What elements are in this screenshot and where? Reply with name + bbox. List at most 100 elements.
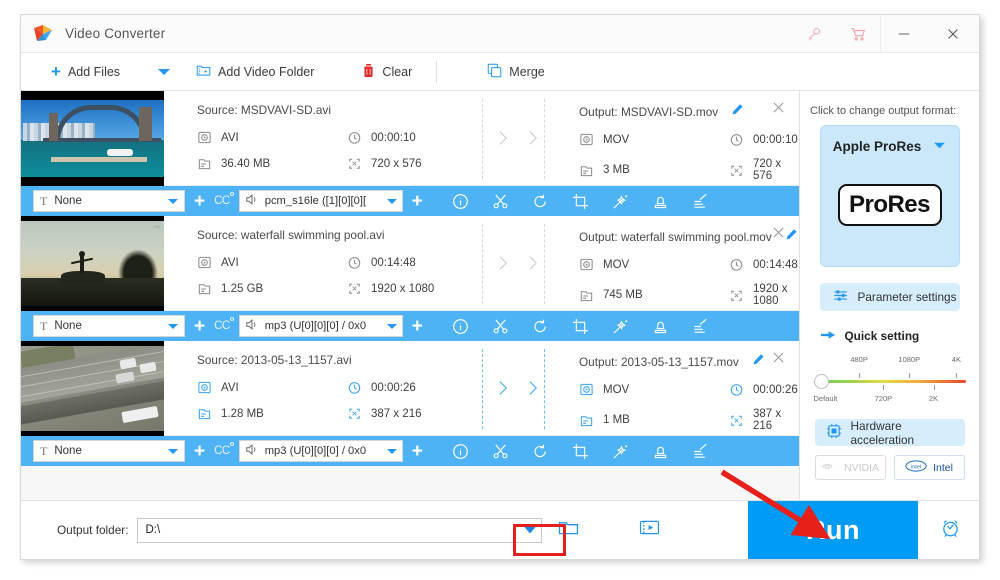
crop-icon[interactable] bbox=[572, 318, 589, 335]
gpu-nvidia-button[interactable]: NVIDIA bbox=[814, 455, 886, 480]
sunset-silhouette-thumbnail[interactable]: HD bbox=[21, 216, 164, 311]
item-info-area: Source: 2013-05-13_1157.avi AVI 00:00:26 bbox=[164, 341, 799, 435]
harbour-bridge-thumbnail[interactable] bbox=[21, 91, 164, 186]
closed-caption-icon[interactable]: CC bbox=[214, 317, 234, 332]
add-files-dropdown-icon[interactable] bbox=[158, 68, 171, 75]
alarm-clock-icon[interactable] bbox=[940, 517, 961, 543]
slider-tick bbox=[883, 385, 885, 390]
subtitle-select[interactable]: T None bbox=[33, 440, 185, 462]
output-folder-input[interactable]: D:\ bbox=[137, 517, 543, 543]
rotate-icon[interactable] bbox=[532, 193, 549, 210]
output-duration: 00:00:26 bbox=[729, 382, 798, 397]
source-format: AVI bbox=[197, 380, 347, 395]
chevron-down-icon[interactable] bbox=[386, 323, 397, 329]
cut-scissors-icon[interactable] bbox=[492, 443, 509, 460]
shopping-cart-icon[interactable] bbox=[836, 15, 880, 52]
add-audio-button[interactable]: + bbox=[412, 317, 423, 336]
add-subtitle-button[interactable]: + bbox=[194, 192, 205, 211]
cut-scissors-icon[interactable] bbox=[492, 193, 509, 210]
add-audio-button[interactable]: + bbox=[412, 442, 423, 461]
watermark-stamp-icon[interactable] bbox=[652, 318, 669, 335]
audio-select[interactable]: pcm_s16le ([1][0][0][ bbox=[238, 190, 403, 212]
output-format-label: MOV bbox=[603, 258, 630, 271]
remove-item-button[interactable] bbox=[772, 226, 785, 242]
list-item[interactable]: Source: 2013-05-13_1157.avi AVI 00:00:26 bbox=[21, 341, 799, 466]
subtitle-value: None bbox=[54, 195, 82, 207]
subtitle-select[interactable]: T None bbox=[33, 315, 185, 337]
crop-icon[interactable] bbox=[572, 193, 589, 210]
subtitle-edit-icon[interactable] bbox=[692, 318, 709, 335]
edit-pencil-icon[interactable] bbox=[731, 104, 744, 119]
info-icon[interactable] bbox=[452, 443, 469, 460]
clear-button[interactable]: Clear bbox=[358, 53, 416, 90]
effects-wand-icon[interactable] bbox=[612, 193, 629, 210]
run-button[interactable]: Run bbox=[748, 501, 918, 559]
output-format-card[interactable]: Apple ProRes ProRes bbox=[819, 125, 960, 267]
add-subtitle-button[interactable]: + bbox=[194, 442, 205, 461]
add-audio-button[interactable]: + bbox=[412, 192, 423, 211]
hardware-acceleration-label: Hardware acceleration bbox=[850, 418, 915, 447]
conversion-list: Source: MSDVAVI-SD.avi AVI 00:00:10 36.4… bbox=[21, 91, 800, 500]
media-library-icon[interactable] bbox=[639, 519, 660, 541]
audio-select[interactable]: mp3 (U[0][0][0] / 0x0 bbox=[238, 315, 403, 337]
chevron-down-icon[interactable] bbox=[933, 137, 946, 155]
file-size-icon bbox=[579, 413, 594, 428]
merge-button[interactable]: Merge bbox=[483, 53, 548, 90]
minimize-button[interactable] bbox=[881, 15, 927, 52]
watermark-stamp-icon[interactable] bbox=[652, 443, 669, 460]
info-icon[interactable] bbox=[452, 318, 469, 335]
list-item[interactable]: HD Source: waterfall swimming pool.avi A… bbox=[21, 216, 799, 341]
aerial-road-thumbnail[interactable] bbox=[21, 341, 164, 436]
watermark-stamp-icon[interactable] bbox=[652, 193, 669, 210]
subtitle-select[interactable]: T None bbox=[33, 190, 185, 212]
parameter-settings-button[interactable]: Parameter settings bbox=[819, 283, 960, 311]
source-duration-label: 00:00:26 bbox=[371, 381, 416, 394]
subtitle-edit-icon[interactable] bbox=[692, 193, 709, 210]
sliders-icon bbox=[833, 288, 849, 306]
chevron-down-icon[interactable] bbox=[168, 198, 178, 204]
chevron-down-icon[interactable] bbox=[386, 448, 397, 454]
chevron-down-icon[interactable] bbox=[386, 198, 397, 204]
conversion-arrows bbox=[476, 216, 554, 310]
info-icon[interactable] bbox=[452, 193, 469, 210]
add-subtitle-button[interactable]: + bbox=[194, 317, 205, 336]
source-size: 1.25 GB bbox=[197, 281, 347, 296]
slider-track[interactable] bbox=[821, 380, 966, 383]
rotate-icon[interactable] bbox=[532, 443, 549, 460]
remove-item-button[interactable] bbox=[772, 101, 785, 117]
remove-item-button[interactable] bbox=[772, 351, 785, 367]
subtitle-edit-icon[interactable] bbox=[692, 443, 709, 460]
chevron-down-icon[interactable] bbox=[168, 448, 178, 454]
key-icon[interactable] bbox=[792, 15, 836, 52]
hardware-acceleration-button[interactable]: Hardware acceleration bbox=[814, 418, 965, 447]
add-video-folder-button[interactable]: Add Video Folder bbox=[192, 53, 318, 90]
chevron-right-icon bbox=[528, 254, 539, 272]
file-size-icon bbox=[579, 288, 594, 303]
source-resolution-label: 387 x 216 bbox=[371, 407, 422, 420]
closed-caption-icon[interactable]: CC bbox=[214, 192, 234, 207]
format-hint: Click to change output format: bbox=[810, 105, 957, 117]
chevron-down-icon[interactable] bbox=[524, 526, 537, 534]
effects-wand-icon[interactable] bbox=[612, 443, 629, 460]
quality-slider[interactable]: 480P 1080P 4K Default 720P 2K bbox=[813, 355, 966, 405]
add-files-button[interactable]: + Add Files bbox=[47, 53, 124, 90]
edit-pencil-icon[interactable] bbox=[785, 229, 798, 244]
audio-value: mp3 (U[0][0][0] / 0x0 bbox=[264, 320, 367, 332]
list-item[interactable]: Source: MSDVAVI-SD.avi AVI 00:00:10 36.4… bbox=[21, 91, 799, 216]
audio-select[interactable]: mp3 (U[0][0][0] / 0x0 bbox=[238, 440, 403, 462]
plus-icon: + bbox=[51, 62, 61, 81]
divider-left bbox=[482, 99, 483, 179]
output-duration-label: 00:00:26 bbox=[753, 383, 798, 396]
closed-caption-icon[interactable]: CC bbox=[214, 442, 234, 457]
open-folder-icon[interactable] bbox=[558, 519, 579, 541]
gpu-intel-button[interactable]: intel Intel bbox=[893, 455, 965, 480]
cut-scissors-icon[interactable] bbox=[492, 318, 509, 335]
crop-icon[interactable] bbox=[572, 443, 589, 460]
edit-pencil-icon[interactable] bbox=[752, 354, 765, 369]
chevron-down-icon[interactable] bbox=[168, 323, 178, 329]
effects-wand-icon[interactable] bbox=[612, 318, 629, 335]
output-format: MOV bbox=[579, 382, 729, 397]
close-button[interactable] bbox=[927, 15, 979, 52]
slider-knob[interactable] bbox=[813, 374, 829, 389]
rotate-icon[interactable] bbox=[532, 318, 549, 335]
